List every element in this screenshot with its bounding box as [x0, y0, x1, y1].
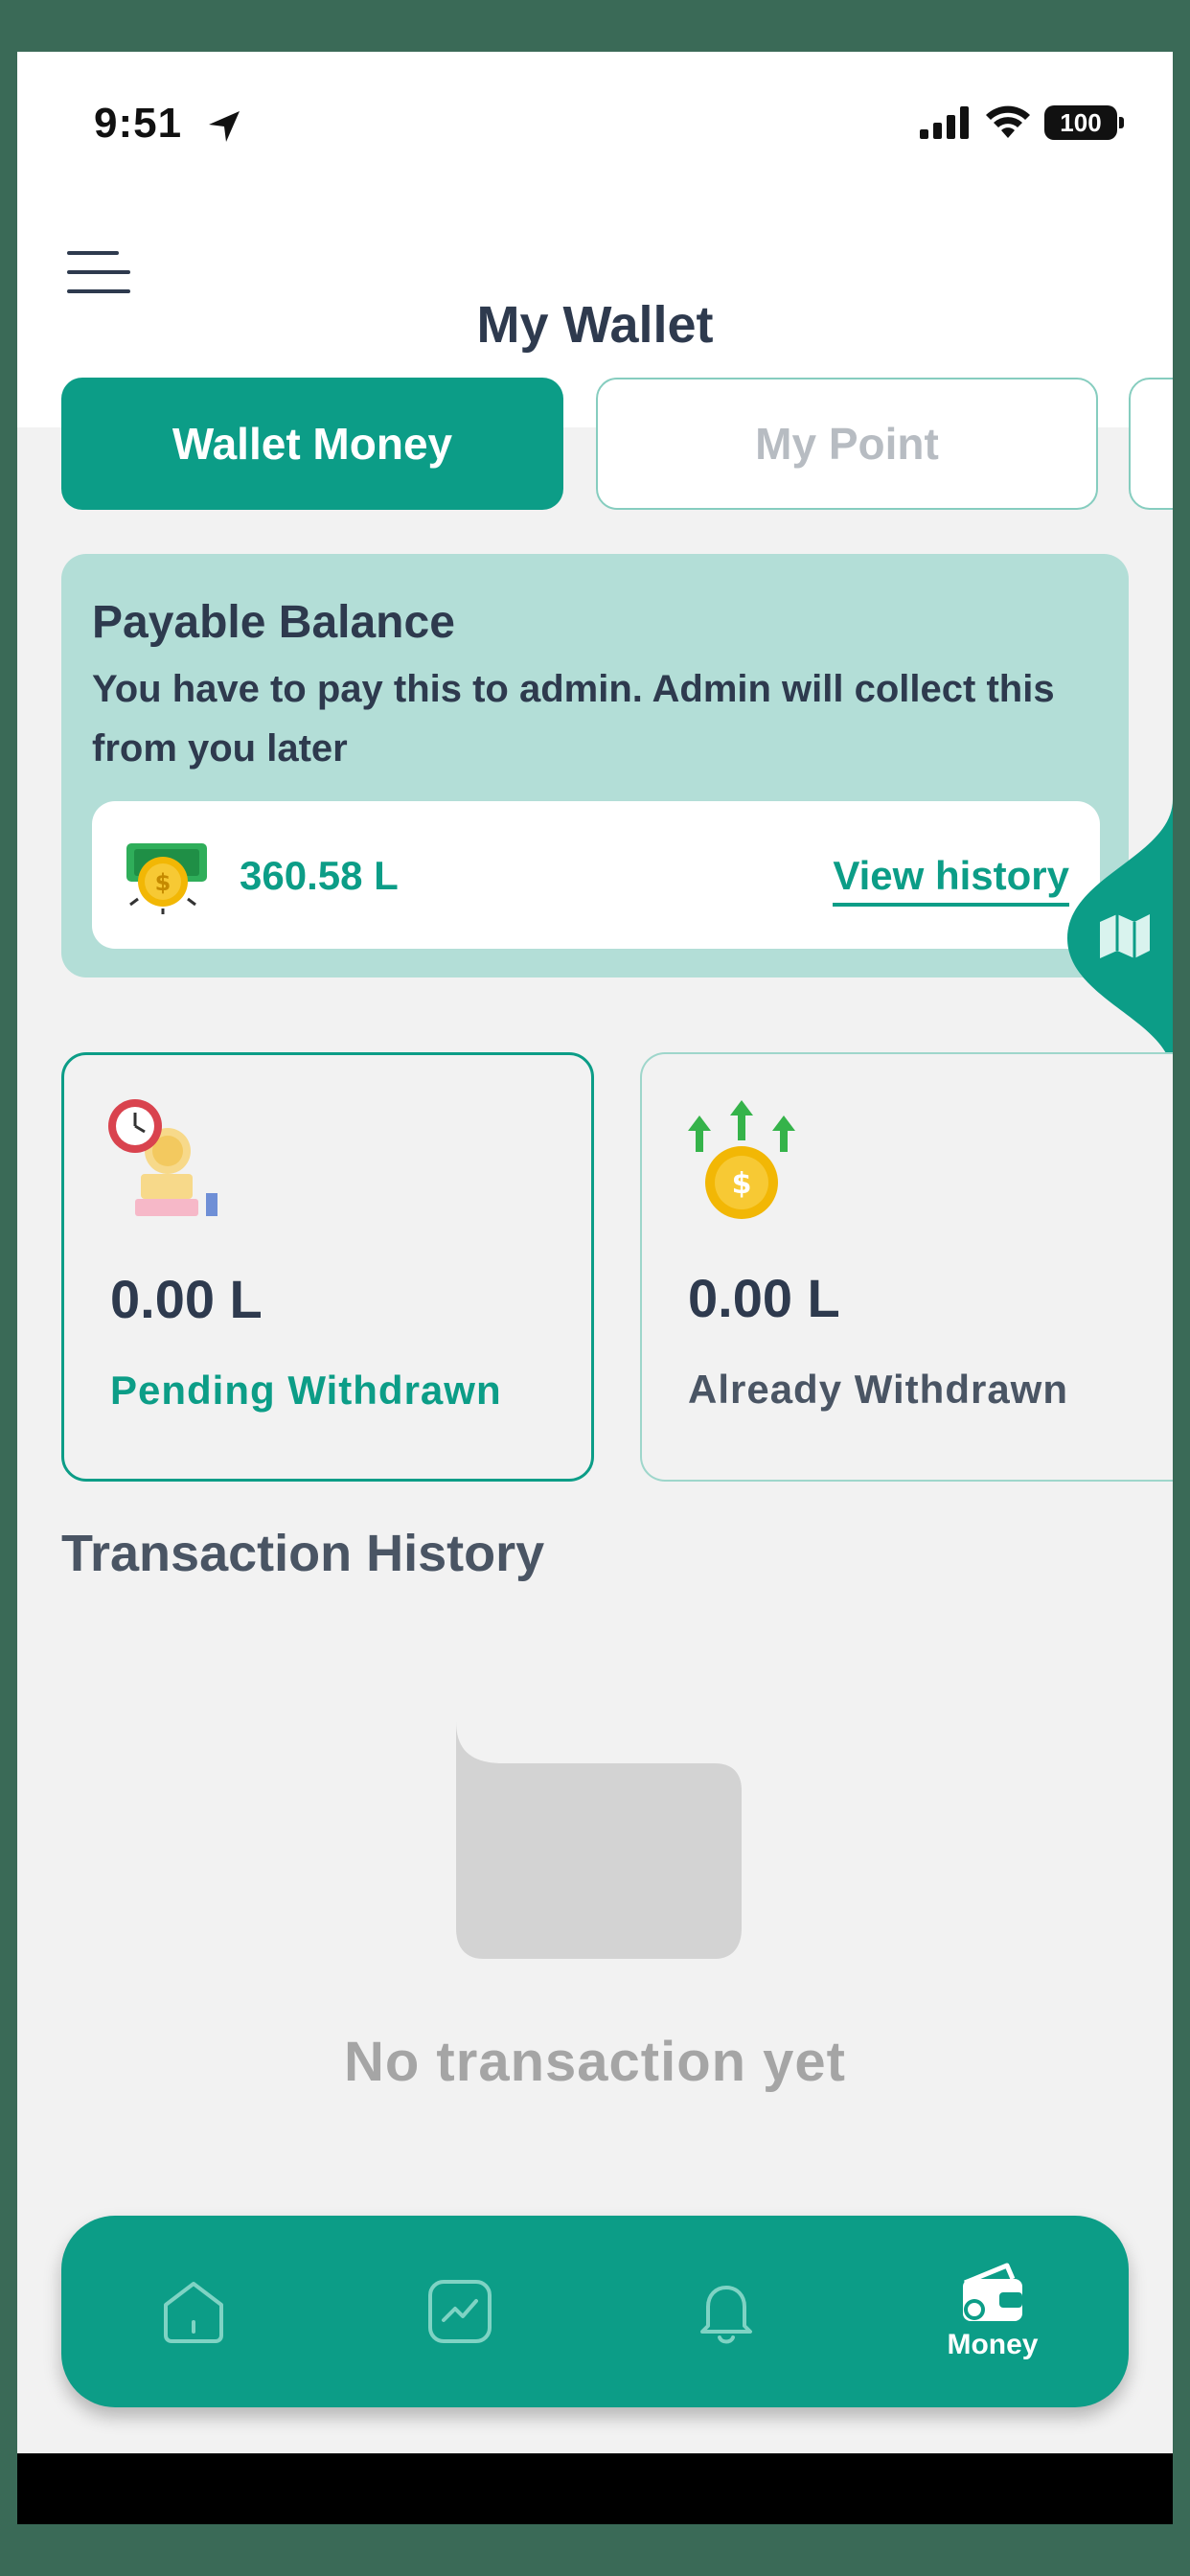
nav-stats[interactable] [374, 2216, 546, 2407]
nav-money[interactable]: Money [906, 2216, 1079, 2407]
already-withdrawn-card[interactable]: $ 0.00 L Already Withdrawn [640, 1052, 1173, 1482]
wifi-icon [986, 105, 1030, 138]
tab-wallet-money[interactable]: Wallet Money [61, 378, 563, 510]
empty-folder-icon [456, 1721, 742, 1959]
payable-description: You have to pay this to admin. Admin wil… [92, 668, 1055, 770]
status-time: 9:51 [94, 100, 183, 147]
nav-notifications[interactable] [640, 2216, 812, 2407]
bell-icon [700, 2286, 752, 2344]
money-icon: $ [126, 843, 207, 914]
payable-amount-row: $ 360.58 L View history [92, 801, 1100, 949]
payable-amount: 360.58 L [240, 853, 399, 898]
transaction-history-title: Transaction History [61, 1525, 545, 1582]
view-history-link[interactable]: View history [833, 853, 1069, 907]
tab-overflow[interactable] [1129, 378, 1173, 510]
nav-home[interactable] [107, 2216, 280, 2407]
location-arrow-icon [209, 111, 240, 142]
page-title: My Wallet [476, 296, 714, 354]
signal-icon [920, 106, 969, 139]
pending-withdrawn-card[interactable]: 0.00 L Pending Withdrawn [61, 1052, 594, 1482]
empty-transactions-text: No transaction yet [344, 2031, 846, 2093]
wallet-icon [963, 2263, 1022, 2321]
tab-my-point[interactable]: My Point [596, 378, 1098, 510]
home-icon [164, 2282, 223, 2343]
menu-icon[interactable] [67, 251, 134, 299]
pending-label: Pending Withdrawn [110, 1368, 502, 1413]
battery-indicator: 100 [1044, 105, 1124, 140]
map-icon[interactable] [1067, 799, 1173, 1077]
payable-title: Payable Balance [92, 597, 455, 648]
withdrawn-money-icon: $ [688, 1100, 795, 1219]
status-indicators: 100 [920, 105, 1124, 140]
pending-amount: 0.00 L [110, 1269, 263, 1329]
chart-icon [428, 2280, 492, 2343]
home-indicator-area [17, 2453, 1173, 2524]
bottom-navigation: Money [61, 2216, 1129, 2407]
svg-text:$: $ [732, 1167, 752, 1201]
withdrawn-amount: 0.00 L [688, 1268, 840, 1328]
phone-screen: 9:51 100 My Wallet Wallet Money My Point… [17, 52, 1173, 2524]
payable-balance-card: Payable Balance You have to pay this to … [61, 554, 1129, 978]
pending-money-icon [108, 1099, 217, 1216]
nav-money-label: Money [947, 2329, 1039, 2360]
svg-text:$: $ [155, 869, 172, 896]
withdrawn-label: Already Withdrawn [688, 1367, 1069, 1412]
